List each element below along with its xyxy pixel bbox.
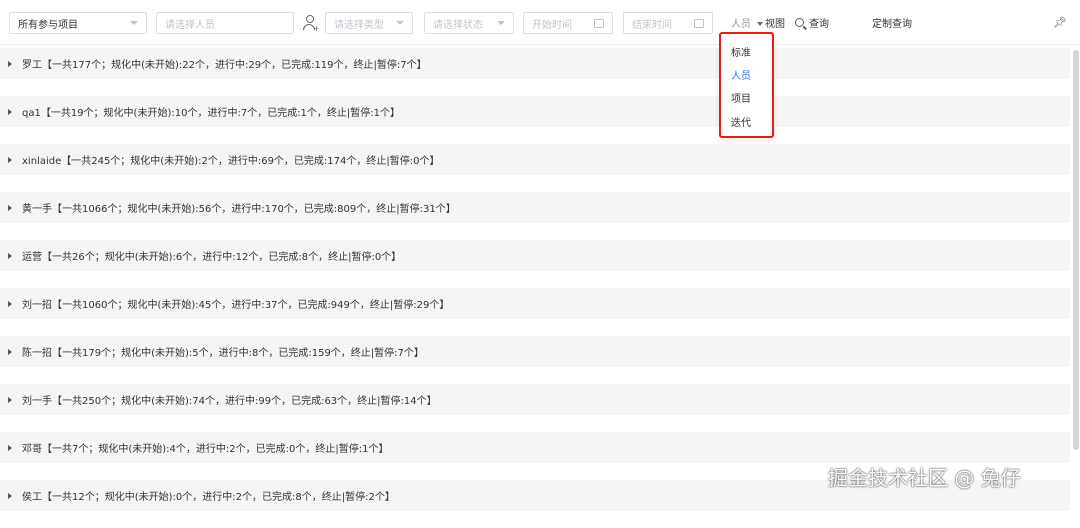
view-option[interactable]: 迭代 bbox=[731, 114, 751, 129]
group-row-summary: 黄一手【一共1066个；规化中(未开始):56个，进行中:170个，已完成:80… bbox=[22, 204, 456, 215]
group-row-summary: 侯工【一共12个；规化中(未开始):0个，进行中:2个，已完成:8个，终止|暂停… bbox=[22, 492, 395, 503]
view-mode-label: 视图 bbox=[765, 19, 785, 30]
type-select[interactable]: 请选择类型 bbox=[325, 12, 413, 34]
status-select[interactable]: 请选择状态 bbox=[424, 12, 514, 34]
person-select[interactable]: 请选择人员 bbox=[156, 12, 294, 34]
expand-caret-icon[interactable] bbox=[8, 156, 12, 163]
group-row[interactable]: 运营【一共26个；规化中(未开始):6个，进行中:12个，已完成:8个，终止|暂… bbox=[0, 240, 1070, 271]
query-button[interactable]: 查询 bbox=[795, 15, 829, 30]
status-select-placeholder: 请选择状态 bbox=[433, 19, 483, 31]
group-row-summary: 邓哥【一共7个；规化中(未开始):4个，进行中:2个，已完成:0个，终止|暂停:… bbox=[22, 444, 389, 455]
group-row-summary: qa1【一共19个；规化中(未开始):10个，进行中:7个，已完成:1个，终止|… bbox=[22, 108, 401, 119]
view-option[interactable]: 标准 bbox=[731, 44, 751, 59]
end-date-placeholder: 结束时间 bbox=[632, 19, 672, 31]
caret-down-icon bbox=[757, 21, 763, 26]
custom-query-button[interactable]: 定制查询 bbox=[872, 15, 912, 30]
group-row[interactable]: xinlaide【一共245个；规化中(未开始):2个，进行中:69个，已完成:… bbox=[0, 144, 1070, 175]
view-mode-current: 人员 bbox=[731, 19, 751, 30]
group-row[interactable]: 刘一招【一共1060个；规化中(未开始):45个，进行中:37个，已完成:949… bbox=[0, 288, 1070, 319]
group-row[interactable]: 邓哥【一共7个；规化中(未开始):4个，进行中:2个，已完成:0个，终止|暂停:… bbox=[0, 432, 1070, 463]
custom-query-label: 定制查询 bbox=[872, 19, 912, 30]
view-option[interactable]: 项目 bbox=[731, 90, 751, 105]
group-row[interactable]: qa1【一共19个；规化中(未开始):10个，进行中:7个，已完成:1个，终止|… bbox=[0, 96, 1070, 127]
group-row-summary: xinlaide【一共245个；规化中(未开始):2个，进行中:69个，已完成:… bbox=[22, 156, 440, 167]
group-row-summary: 罗工【一共177个；规化中(未开始):22个，进行中:29个，已完成:119个，… bbox=[22, 60, 427, 71]
chevron-down-icon bbox=[396, 21, 404, 25]
group-row[interactable]: 黄一手【一共1066个；规化中(未开始):56个，进行中:170个，已完成:80… bbox=[0, 192, 1070, 223]
end-date-input[interactable]: 结束时间 bbox=[623, 12, 713, 34]
calendar-icon bbox=[594, 18, 604, 28]
watermark: 掘金技术社区 @ 兔仔 bbox=[828, 466, 1021, 490]
project-select[interactable]: 所有参与项目 bbox=[9, 12, 147, 34]
start-date-placeholder: 开始时间 bbox=[532, 19, 572, 31]
group-row-summary: 刘一手【一共250个；规化中(未开始):74个，进行中:99个，已完成:63个，… bbox=[22, 396, 437, 407]
group-row[interactable]: 陈一招【一共179个；规化中(未开始):5个，进行中:8个，已完成:159个，终… bbox=[0, 336, 1070, 367]
expand-caret-icon[interactable] bbox=[8, 60, 12, 67]
group-row[interactable]: 刘一手【一共250个；规化中(未开始):74个，进行中:99个，已完成:63个，… bbox=[0, 384, 1070, 415]
pin-icon[interactable]: 📌︎ bbox=[1053, 16, 1067, 29]
start-date-input[interactable]: 开始时间 bbox=[523, 12, 613, 34]
expand-caret-icon[interactable] bbox=[8, 108, 12, 115]
expand-caret-icon[interactable] bbox=[8, 492, 12, 499]
scrollbar[interactable] bbox=[1073, 50, 1079, 450]
view-mode-dropdown: 标准 人员 项目 迭代 bbox=[719, 32, 774, 138]
search-icon bbox=[795, 18, 804, 27]
chevron-down-icon bbox=[130, 21, 138, 25]
expand-caret-icon[interactable] bbox=[8, 444, 12, 451]
group-row[interactable]: 罗工【一共177个；规化中(未开始):22个，进行中:29个，已完成:119个，… bbox=[0, 48, 1070, 79]
group-row-summary: 运营【一共26个；规化中(未开始):6个，进行中:12个，已完成:8个，终止|暂… bbox=[22, 252, 402, 263]
expand-caret-icon[interactable] bbox=[8, 252, 12, 259]
view-mode-toggle[interactable]: 人员 视图 bbox=[731, 15, 785, 30]
toolbar-divider bbox=[0, 44, 1080, 45]
calendar-icon bbox=[694, 18, 704, 28]
group-row-summary: 陈一招【一共179个；规化中(未开始):5个，进行中:8个，已完成:159个，终… bbox=[22, 348, 424, 359]
query-label: 查询 bbox=[809, 19, 829, 30]
expand-caret-icon[interactable] bbox=[8, 396, 12, 403]
group-list: 罗工【一共177个；规化中(未开始):22个，进行中:29个，已完成:119个，… bbox=[0, 48, 1070, 528]
filter-toolbar: 所有参与项目 请选择人员 + 请选择类型 请选择状态 开始时间 结束时间 人员 视… bbox=[0, 0, 1080, 44]
project-select-value: 所有参与项目 bbox=[18, 19, 78, 31]
group-row-summary: 刘一招【一共1060个；规化中(未开始):45个，进行中:37个，已完成:949… bbox=[22, 300, 450, 311]
chevron-down-icon bbox=[497, 21, 505, 25]
type-select-placeholder: 请选择类型 bbox=[334, 19, 384, 31]
expand-caret-icon[interactable] bbox=[8, 204, 12, 211]
expand-caret-icon[interactable] bbox=[8, 348, 12, 355]
expand-caret-icon[interactable] bbox=[8, 300, 12, 307]
person-select-placeholder: 请选择人员 bbox=[165, 19, 215, 31]
view-option[interactable]: 人员 bbox=[731, 67, 751, 82]
add-user-icon[interactable]: + bbox=[303, 15, 320, 33]
